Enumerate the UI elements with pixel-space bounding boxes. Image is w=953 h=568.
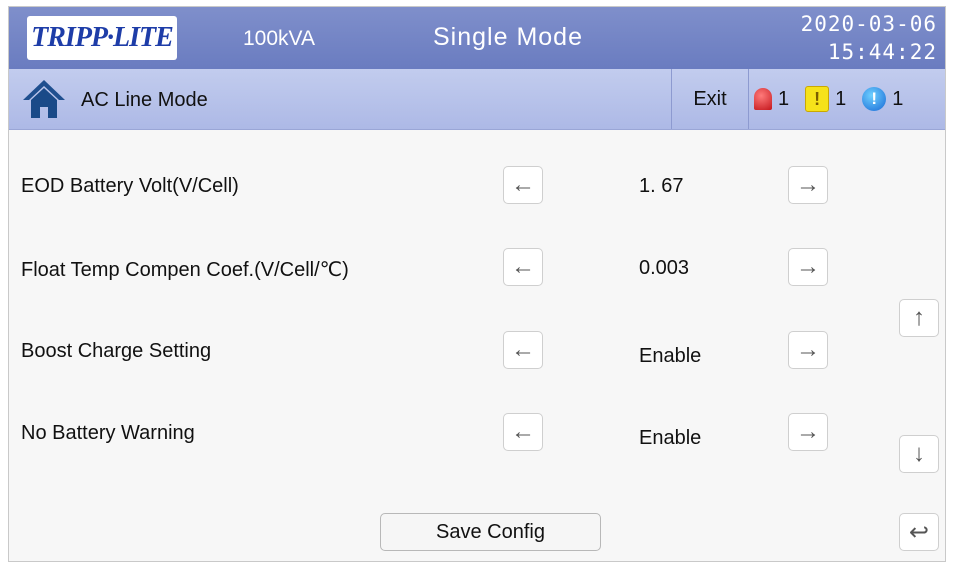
critical-alarm-indicator[interactable]: 1 [754, 88, 789, 111]
brand-logo: TRIPP·LITE [27, 16, 177, 60]
scroll-down-button[interactable]: ↓ [899, 435, 939, 473]
datetime: 2020-03-06 15:44:22 [801, 10, 937, 66]
ups-settings-screen: TRIPP·LITE 100kVA Single Mode 2020-03-06… [8, 6, 946, 562]
alarm-bell-icon [754, 88, 772, 110]
setting-label: EOD Battery Volt(V/Cell) [21, 175, 239, 197]
date-label: 2020-03-06 [800, 12, 937, 36]
setting-row-float-temp-compen: Float Temp Compen Coef.(V/Cell/℃) ← 0.00… [9, 245, 879, 289]
alarm-summary[interactable]: 1 ! 1 ! 1 [754, 85, 913, 113]
decrease-button[interactable]: ← [503, 331, 543, 369]
setting-row-eod-battery-volt: EOD Battery Volt(V/Cell) ← 1. 67 → [9, 163, 879, 207]
info-alarm-indicator[interactable]: ! 1 [862, 87, 903, 111]
page-title: AC Line Mode [81, 89, 208, 111]
mode-label: Single Mode [433, 23, 583, 51]
top-header: TRIPP·LITE 100kVA Single Mode 2020-03-06… [9, 7, 945, 69]
setting-row-boost-charge: Boost Charge Setting ← Enable → [9, 328, 879, 372]
exit-button[interactable]: Exit [671, 69, 749, 129]
save-config-button[interactable]: Save Config [380, 513, 601, 551]
home-icon[interactable] [21, 76, 67, 122]
critical-alarm-count: 1 [778, 87, 790, 110]
setting-value: Enable [639, 427, 702, 449]
increase-button[interactable]: → [788, 166, 828, 204]
time-label: 15:44:22 [827, 40, 937, 64]
decrease-button[interactable]: ← [503, 166, 543, 204]
setting-label: Float Temp Compen Coef.(V/Cell/℃) [21, 259, 349, 281]
info-alarm-count: 1 [892, 87, 904, 110]
capacity-label: 100kVA [243, 27, 315, 50]
setting-value: 0.003 [639, 257, 690, 279]
scroll-up-button[interactable]: ↑ [899, 299, 939, 337]
logo-text: TRIPP·LITE [31, 22, 174, 53]
increase-button[interactable]: → [788, 413, 828, 451]
back-button[interactable]: ↩ [899, 513, 939, 551]
warning-icon: ! [805, 86, 830, 112]
increase-button[interactable]: → [788, 248, 828, 286]
setting-label: Boost Charge Setting [21, 340, 212, 362]
warning-alarm-indicator[interactable]: ! 1 [805, 86, 846, 112]
decrease-button[interactable]: ← [503, 413, 543, 451]
decrease-button[interactable]: ← [503, 248, 543, 286]
warning-alarm-count: 1 [835, 87, 847, 110]
setting-value: 1. 67 [639, 175, 684, 197]
setting-value: Enable [639, 345, 702, 367]
status-bar: AC Line Mode Exit 1 ! 1 ! 1 [9, 69, 945, 130]
setting-label: No Battery Warning [21, 422, 195, 444]
setting-row-no-battery-warning: No Battery Warning ← Enable → [9, 410, 879, 454]
increase-button[interactable]: → [788, 331, 828, 369]
info-icon: ! [862, 87, 887, 111]
